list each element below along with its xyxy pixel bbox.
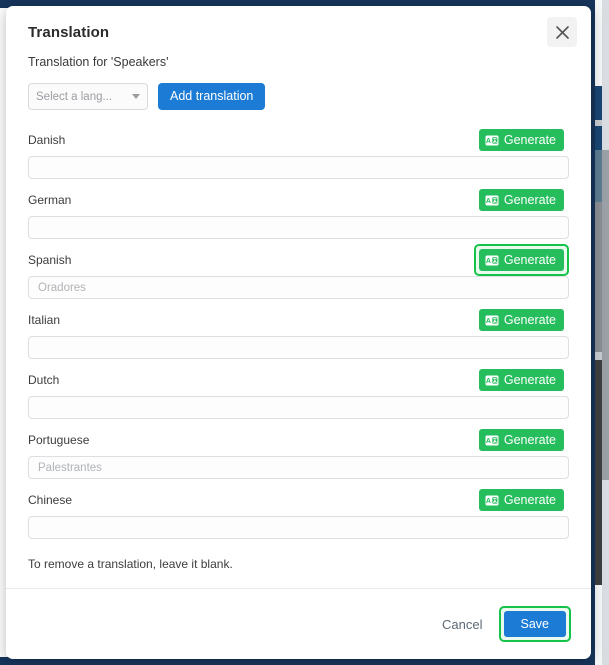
window-scrollbar-thumb[interactable] — [602, 150, 609, 480]
translation-row: Italian A Generate — [28, 308, 569, 359]
chevron-down-icon — [132, 94, 140, 99]
language-label: Spanish — [28, 253, 72, 267]
translate-icon: A — [485, 195, 499, 205]
generate-button-label: Generate — [503, 493, 556, 507]
translation-row-header: Chinese A Generate — [28, 488, 569, 512]
translation-modal: Translation Translation for 'Speakers' S… — [6, 6, 591, 659]
translation-row: Spanish A Generate — [28, 244, 569, 299]
language-label: Chinese — [28, 493, 73, 507]
svg-text:A: A — [486, 198, 491, 205]
translation-row-header: Portuguese A Generate — [28, 428, 569, 452]
close-icon-glyph — [555, 25, 569, 39]
generate-button-highlight: A Generate — [474, 484, 569, 516]
translate-icon: A — [485, 315, 499, 325]
translation-row: German A Generate — [28, 188, 569, 239]
translation-input[interactable] — [28, 456, 569, 479]
generate-button-label: Generate — [503, 133, 556, 147]
generate-button-label: Generate — [503, 193, 556, 207]
generate-button-highlight: A Generate — [474, 424, 569, 456]
modal-footer: Cancel Save — [6, 606, 591, 642]
translate-icon: A — [485, 375, 499, 385]
translate-icon: A — [485, 495, 499, 505]
translation-row-header: Italian A Generate — [28, 308, 569, 332]
svg-text:A: A — [486, 318, 491, 325]
translation-input[interactable] — [28, 516, 569, 539]
language-label: Dutch — [28, 373, 60, 387]
generate-button-label: Generate — [503, 313, 556, 327]
translate-icon: A — [485, 435, 499, 445]
generate-button-highlight: A Generate — [474, 184, 569, 216]
svg-text:A: A — [486, 498, 491, 505]
language-select[interactable]: Select a lang... — [28, 83, 148, 110]
generate-button[interactable]: A Generate — [478, 429, 564, 451]
generate-button[interactable]: A Generate — [478, 489, 564, 511]
save-button[interactable]: Save — [503, 611, 566, 637]
cancel-button[interactable]: Cancel — [430, 613, 494, 636]
generate-button[interactable]: A Generate — [478, 249, 564, 271]
page-title: Translation — [28, 24, 110, 41]
translation-input[interactable] — [28, 396, 569, 419]
translation-row: Chinese A Generate — [28, 488, 569, 539]
add-translation-button[interactable]: Add translation — [158, 83, 266, 110]
translation-row: Dutch A Generate — [28, 368, 569, 419]
generate-button-label: Generate — [503, 433, 556, 447]
save-button-highlight: Save — [498, 606, 571, 642]
translation-input[interactable] — [28, 276, 569, 299]
generate-button-highlight: A Generate — [473, 244, 569, 276]
modal-subtitle: Translation for 'Speakers' — [28, 55, 169, 69]
translation-input[interactable] — [28, 216, 569, 239]
translation-row: Danish A Generate — [28, 128, 569, 179]
window-scrollbar[interactable] — [602, 0, 609, 665]
generate-button-highlight: A Generate — [474, 364, 569, 396]
translate-icon: A — [485, 135, 499, 145]
language-label: Danish — [28, 133, 66, 147]
svg-text:A: A — [486, 378, 491, 385]
generate-button-highlight: A Generate — [474, 304, 569, 336]
generate-button[interactable]: A Generate — [478, 309, 564, 331]
footer-divider — [6, 588, 591, 589]
generate-button[interactable]: A Generate — [478, 369, 564, 391]
language-label: German — [28, 193, 72, 207]
modal-header: Translation — [6, 6, 591, 47]
translation-row: Portuguese A Generate — [28, 428, 569, 479]
generate-button-highlight: A Generate — [474, 124, 569, 156]
svg-text:A: A — [486, 438, 491, 445]
generate-button-label: Generate — [503, 253, 556, 267]
svg-text:A: A — [486, 258, 491, 265]
translation-row-header: Spanish A Generate — [28, 244, 569, 276]
translation-input[interactable] — [28, 156, 569, 179]
modal-toolbar: Select a lang... Add translation — [6, 83, 591, 110]
translation-input[interactable] — [28, 336, 569, 359]
remove-translation-note: To remove a translation, leave it blank. — [28, 557, 233, 571]
translation-row-header: Dutch A Generate — [28, 368, 569, 392]
close-icon[interactable] — [547, 17, 577, 47]
translate-icon: A — [485, 255, 499, 265]
translation-row-header: Danish A Generate — [28, 128, 569, 152]
translation-row-header: German A Generate — [28, 188, 569, 212]
language-select-value: Select a lang... — [36, 90, 113, 103]
generate-button-label: Generate — [503, 373, 556, 387]
svg-text:A: A — [486, 138, 491, 145]
generate-button[interactable]: A Generate — [478, 189, 564, 211]
language-label: Portuguese — [28, 433, 90, 447]
generate-button[interactable]: A Generate — [478, 129, 564, 151]
language-label: Italian — [28, 313, 61, 327]
translation-rows: Danish A Generate German A Generate Spanish A Ge… — [6, 128, 591, 539]
